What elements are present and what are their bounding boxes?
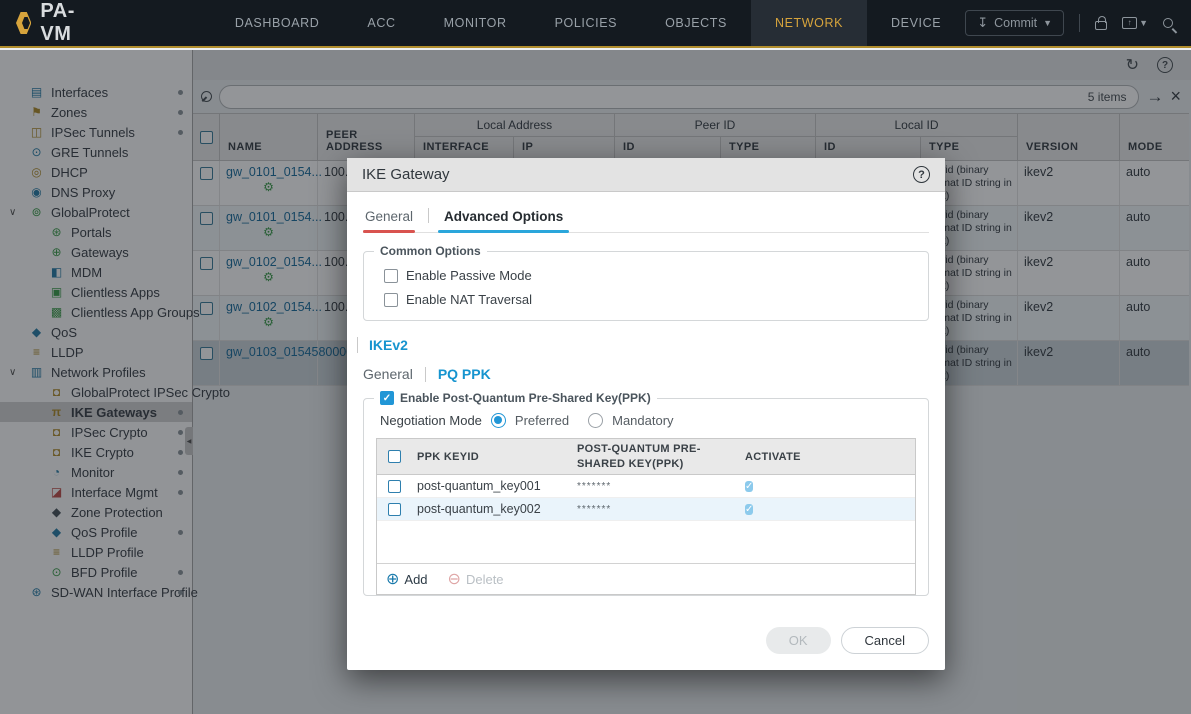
radio-preferred[interactable]	[490, 413, 506, 428]
ppk-select-all-checkbox[interactable]	[387, 450, 401, 463]
nav-monitor[interactable]: MONITOR	[420, 0, 531, 46]
ppk-fieldset: ✓ Enable Post-Quantum Pre-Shared Key(PPK…	[363, 391, 929, 596]
ikev2-label: IKEv2	[369, 337, 408, 353]
subtab-general[interactable]: General	[363, 366, 413, 382]
enable-ppk-checkbox[interactable]: ✓	[380, 391, 394, 405]
checkbox-label: Enable Passive Mode	[406, 268, 532, 283]
top-right-controls: ↧ Commit ▼ ↑ ▼	[965, 0, 1191, 46]
commit-icon: ↧	[977, 15, 989, 30]
ppk-keyid-cell: post-quantum_key001	[417, 479, 541, 493]
divider	[428, 208, 430, 223]
lock-icon[interactable]	[1095, 16, 1108, 30]
tasks-icon[interactable]: ↑ ▼	[1122, 17, 1148, 29]
common-options-fieldset: Common Options Enable Passive Mode Enabl…	[363, 244, 929, 321]
activate-checkbox[interactable]: ✓	[745, 504, 754, 515]
top-navigation-bar: PA-VM DASHBOARD ACC MONITOR POLICIES OBJ…	[0, 0, 1191, 48]
ikev2-section-header: IKEv2	[357, 337, 929, 353]
commit-label: Commit	[994, 16, 1038, 30]
ppk-table-footer: ⊕ Add ⊖ Delete	[377, 563, 915, 594]
dialog-help-icon[interactable]: ?	[913, 166, 930, 183]
palo-alto-logo-icon	[16, 12, 32, 34]
dialog-title: IKE Gateway	[362, 166, 450, 183]
tab-general[interactable]: General	[363, 209, 416, 233]
ok-button[interactable]: OK	[765, 627, 831, 654]
chevron-down-icon: ▼	[1043, 18, 1053, 28]
commit-button[interactable]: ↧ Commit ▼	[965, 10, 1065, 36]
brand-name: PA-VM	[40, 0, 75, 45]
nav-objects[interactable]: OBJECTS	[641, 0, 751, 46]
ppk-row[interactable]: post-quantum_key001 ******* ✓	[377, 475, 915, 498]
ppk-table-empty-area	[377, 521, 915, 563]
global-search-icon[interactable]	[1163, 18, 1173, 28]
divider	[357, 337, 358, 353]
ppk-row-checkbox[interactable]	[387, 479, 401, 493]
col-activate[interactable]: ACTIVATE	[739, 449, 915, 465]
col-ppk-key[interactable]: POST-QUANTUM PRE-SHARED KEY(PPK)	[571, 440, 739, 473]
delete-label: Delete	[465, 571, 504, 587]
enable-passive-mode-checkbox[interactable]	[384, 268, 398, 283]
negotiation-mode-row: Negotiation Mode Preferred Mandatory	[376, 413, 916, 438]
ppk-legend: ✓ Enable Post-Quantum Pre-Shared Key(PPK…	[374, 391, 657, 405]
ike-gateway-dialog: IKE Gateway ? General Advanced Options C…	[347, 158, 945, 670]
ppk-row[interactable]: post-quantum_key002 ******* ✓	[377, 498, 915, 521]
chevron-down-icon: ▼	[1139, 18, 1148, 28]
plus-circle-icon: ⊕	[386, 571, 400, 588]
radio-mandatory[interactable]	[588, 413, 604, 428]
enable-nat-traversal-row: Enable NAT Traversal	[376, 292, 916, 307]
minus-circle-icon: ⊖	[447, 571, 461, 588]
brand: PA-VM	[0, 0, 111, 46]
col-ppk-keyid[interactable]: PPK KEYID	[411, 449, 571, 465]
nav-acc[interactable]: ACC	[343, 0, 419, 46]
ppk-key-cell: *******	[577, 503, 612, 515]
nav-network[interactable]: NETWORK	[750, 0, 868, 46]
nav-policies[interactable]: POLICIES	[531, 0, 641, 46]
dialog-tabs: General Advanced Options	[363, 192, 929, 233]
nav-device[interactable]: DEVICE	[867, 0, 965, 46]
nav-dashboard[interactable]: DASHBOARD	[211, 0, 344, 46]
ppk-legend-label: Enable Post-Quantum Pre-Shared Key(PPK)	[400, 391, 651, 405]
cancel-button[interactable]: Cancel	[840, 627, 929, 654]
delete-button[interactable]: ⊖ Delete	[448, 569, 504, 589]
enable-passive-mode-row: Enable Passive Mode	[376, 268, 916, 283]
ppk-row-checkbox[interactable]	[387, 502, 401, 516]
dialog-titlebar: IKE Gateway ?	[347, 158, 945, 192]
ikev2-subtabs: General PQ PPK	[363, 366, 929, 382]
activate-checkbox[interactable]: ✓	[745, 481, 754, 492]
main-menu: DASHBOARD ACC MONITOR POLICIES OBJECTS N…	[211, 0, 965, 46]
common-options-legend: Common Options	[374, 244, 487, 258]
add-label: Add	[404, 571, 428, 587]
export-box-icon: ↑	[1122, 17, 1138, 29]
enable-nat-traversal-checkbox[interactable]	[384, 292, 398, 307]
divider	[424, 366, 426, 382]
tab-advanced-options[interactable]: Advanced Options	[438, 209, 570, 233]
add-button[interactable]: ⊕ Add	[386, 569, 428, 589]
dialog-footer: OK Cancel	[765, 627, 929, 654]
ppk-keyid-cell: post-quantum_key002	[417, 502, 541, 516]
subtab-pq-ppk[interactable]: PQ PPK	[438, 366, 491, 382]
radio-label-preferred: Preferred	[514, 413, 570, 428]
radio-label-mandatory: Mandatory	[612, 413, 674, 428]
ppk-key-cell: *******	[577, 480, 612, 492]
divider	[1079, 14, 1081, 32]
ppk-table: PPK KEYID POST-QUANTUM PRE-SHARED KEY(PP…	[376, 438, 916, 595]
negotiation-mode-label: Negotiation Mode	[380, 413, 482, 428]
ppk-table-header: PPK KEYID POST-QUANTUM PRE-SHARED KEY(PP…	[377, 439, 915, 475]
checkbox-label: Enable NAT Traversal	[406, 292, 532, 307]
